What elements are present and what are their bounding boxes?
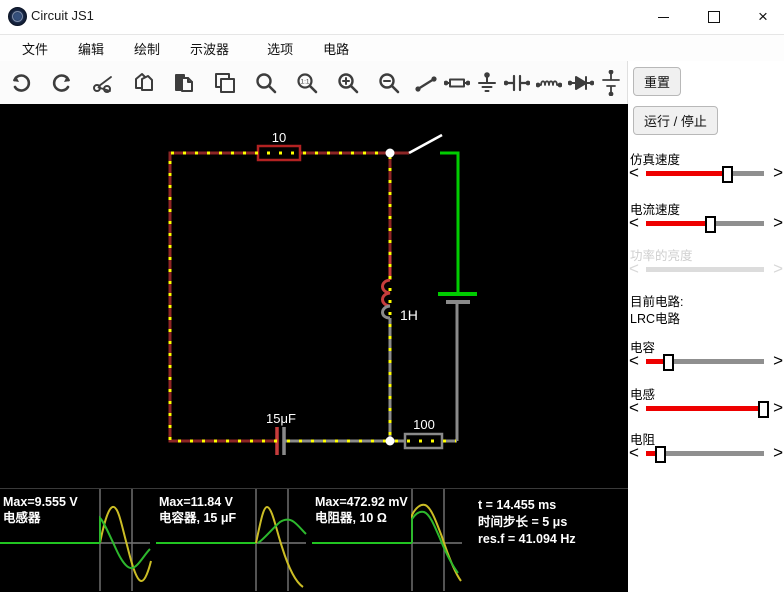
slider-fill bbox=[646, 406, 759, 411]
paste-icon[interactable] bbox=[170, 69, 198, 97]
scope-1-max: Max=9.555 V bbox=[3, 495, 78, 509]
resistor-icon[interactable] bbox=[443, 69, 471, 97]
menu-scopes[interactable]: 示波器 bbox=[182, 37, 237, 60]
undo-icon[interactable] bbox=[7, 69, 35, 97]
slider-decrease-arrow[interactable]: < bbox=[629, 443, 639, 463]
voltage-source-icon[interactable] bbox=[597, 69, 625, 97]
zoom-out-icon[interactable] bbox=[375, 69, 403, 97]
slider-track[interactable] bbox=[646, 216, 764, 233]
run-stop-button[interactable]: 运行 / 停止 bbox=[633, 106, 718, 135]
inductor-icon[interactable] bbox=[535, 69, 563, 97]
app-logo-icon bbox=[8, 7, 27, 26]
lrc-circuit-drawing: 10 1H 15μF 100 bbox=[168, 130, 477, 455]
slider-track[interactable] bbox=[646, 354, 764, 371]
minimize-icon bbox=[657, 16, 669, 18]
menu-file[interactable]: 文件 bbox=[14, 37, 56, 60]
slider-fill bbox=[646, 171, 722, 176]
window-title: Circuit JS1 bbox=[31, 8, 94, 23]
search-icon[interactable] bbox=[252, 69, 280, 97]
menu-options[interactable]: 选项 bbox=[259, 37, 301, 60]
node-bottom[interactable] bbox=[385, 436, 395, 446]
svg-text:1:1: 1:1 bbox=[300, 79, 309, 86]
node-top[interactable] bbox=[385, 148, 395, 158]
wire-red[interactable] bbox=[168, 151, 409, 443]
slider-track[interactable] bbox=[646, 446, 764, 463]
slider-increase-arrow[interactable]: > bbox=[773, 398, 783, 418]
slider-track[interactable] bbox=[646, 166, 764, 183]
resistor-100[interactable] bbox=[403, 432, 444, 450]
slider-fill bbox=[646, 221, 705, 226]
menu-edit[interactable]: 编辑 bbox=[70, 37, 112, 60]
voltage-source[interactable] bbox=[438, 151, 477, 296]
menu-circuits[interactable]: 电路 bbox=[315, 37, 357, 60]
slider-thumb[interactable] bbox=[663, 354, 674, 371]
status-time: t = 14.455 ms bbox=[478, 498, 557, 512]
current-circuit-name: LRC电路 bbox=[630, 312, 681, 326]
power-brightness-slider: < > bbox=[628, 259, 784, 278]
resistor-100-label: 100 bbox=[413, 417, 435, 432]
slider-thumb[interactable] bbox=[705, 216, 716, 233]
wire-icon[interactable] bbox=[412, 69, 440, 97]
duplicate-icon[interactable] bbox=[211, 69, 239, 97]
scope-1-text: Max=9.555 V 电感器 bbox=[3, 494, 78, 526]
minimize-button[interactable] bbox=[640, 0, 686, 34]
slider-thumb[interactable] bbox=[655, 446, 666, 463]
copy-icon[interactable] bbox=[130, 69, 158, 97]
slider-track[interactable] bbox=[646, 401, 769, 418]
slider-fill bbox=[646, 359, 663, 364]
slider-increase-arrow[interactable]: > bbox=[773, 163, 783, 183]
scope-3-text: Max=472.92 mV 电阻器, 10 Ω bbox=[315, 494, 408, 526]
simulation-status: t = 14.455 ms 时间步长 = 5 μs res.f = 41.094… bbox=[478, 497, 576, 548]
sidebar: 重置 运行 / 停止 仿真速度 < > 电流速度 < > 功率的亮度 < > 目前电路… bbox=[628, 61, 784, 591]
slider-track bbox=[646, 267, 764, 272]
scope-2-name: 电容器, 15 μF bbox=[159, 511, 237, 525]
slider-decrease-arrow[interactable]: < bbox=[629, 163, 639, 183]
scope-2-max: Max=11.84 V bbox=[159, 495, 234, 509]
menu-draw[interactable]: 绘制 bbox=[126, 37, 168, 60]
toolbar: 1:1 bbox=[0, 61, 628, 105]
slider-increase-arrow[interactable]: > bbox=[773, 213, 783, 233]
capacitor-icon[interactable] bbox=[503, 69, 531, 97]
redo-icon[interactable] bbox=[48, 69, 76, 97]
switch-open[interactable] bbox=[408, 133, 443, 155]
slider-decrease-arrow[interactable]: < bbox=[629, 213, 639, 233]
close-button[interactable]: × bbox=[740, 0, 784, 34]
slider-thumb[interactable] bbox=[758, 401, 769, 418]
capacitor-label: 15μF bbox=[266, 411, 296, 426]
current-dots bbox=[168, 151, 456, 443]
slider-increase-arrow[interactable]: > bbox=[773, 443, 783, 463]
maximize-button[interactable] bbox=[691, 0, 737, 34]
maximize-icon bbox=[708, 11, 720, 23]
scope-3-max: Max=472.92 mV bbox=[315, 495, 408, 509]
scope-strip[interactable]: Max=9.555 V 电感器 Max=11.84 V 电容器, 15 μF M… bbox=[0, 488, 628, 592]
slider-increase-arrow[interactable]: > bbox=[773, 351, 783, 371]
zoom-in-icon[interactable] bbox=[334, 69, 362, 97]
status-resonance: res.f = 41.094 Hz bbox=[478, 532, 576, 546]
inductance-slider[interactable]: < > bbox=[628, 398, 784, 418]
title-bar: Circuit JS1 × bbox=[0, 0, 784, 35]
resistor-10-label: 10 bbox=[272, 130, 286, 145]
menu-bar: 文件 编辑 绘制 示波器 选项 电路 bbox=[0, 35, 784, 62]
inductor-label: 1H bbox=[400, 307, 418, 323]
zoom-100-icon[interactable]: 1:1 bbox=[293, 69, 321, 97]
capacitance-slider[interactable]: < > bbox=[628, 351, 784, 371]
status-timestep: 时间步长 = 5 μs bbox=[478, 515, 568, 529]
slider-increase-arrow: > bbox=[773, 259, 783, 278]
slider-decrease-arrow[interactable]: < bbox=[629, 398, 639, 418]
sim-speed-slider[interactable]: < > bbox=[628, 163, 784, 183]
reset-button[interactable]: 重置 bbox=[633, 67, 682, 96]
slider-thumb[interactable] bbox=[722, 166, 733, 183]
diode-icon[interactable] bbox=[567, 69, 595, 97]
cut-icon[interactable] bbox=[89, 69, 117, 97]
slider-decrease-arrow: < bbox=[629, 259, 639, 278]
ground-icon[interactable] bbox=[473, 69, 501, 97]
slider-fill bbox=[646, 451, 655, 456]
circuit-canvas[interactable]: 10 1H 15μF 100 bbox=[0, 104, 628, 488]
scope-2-text: Max=11.84 V 电容器, 15 μF bbox=[159, 494, 236, 526]
scope-3-name: 电阻器, 10 Ω bbox=[315, 511, 387, 525]
scope-1-name: 电感器 bbox=[3, 511, 41, 525]
slider-decrease-arrow[interactable]: < bbox=[629, 351, 639, 371]
resistance-slider[interactable]: < > bbox=[628, 443, 784, 463]
current-speed-slider[interactable]: < > bbox=[628, 213, 784, 233]
